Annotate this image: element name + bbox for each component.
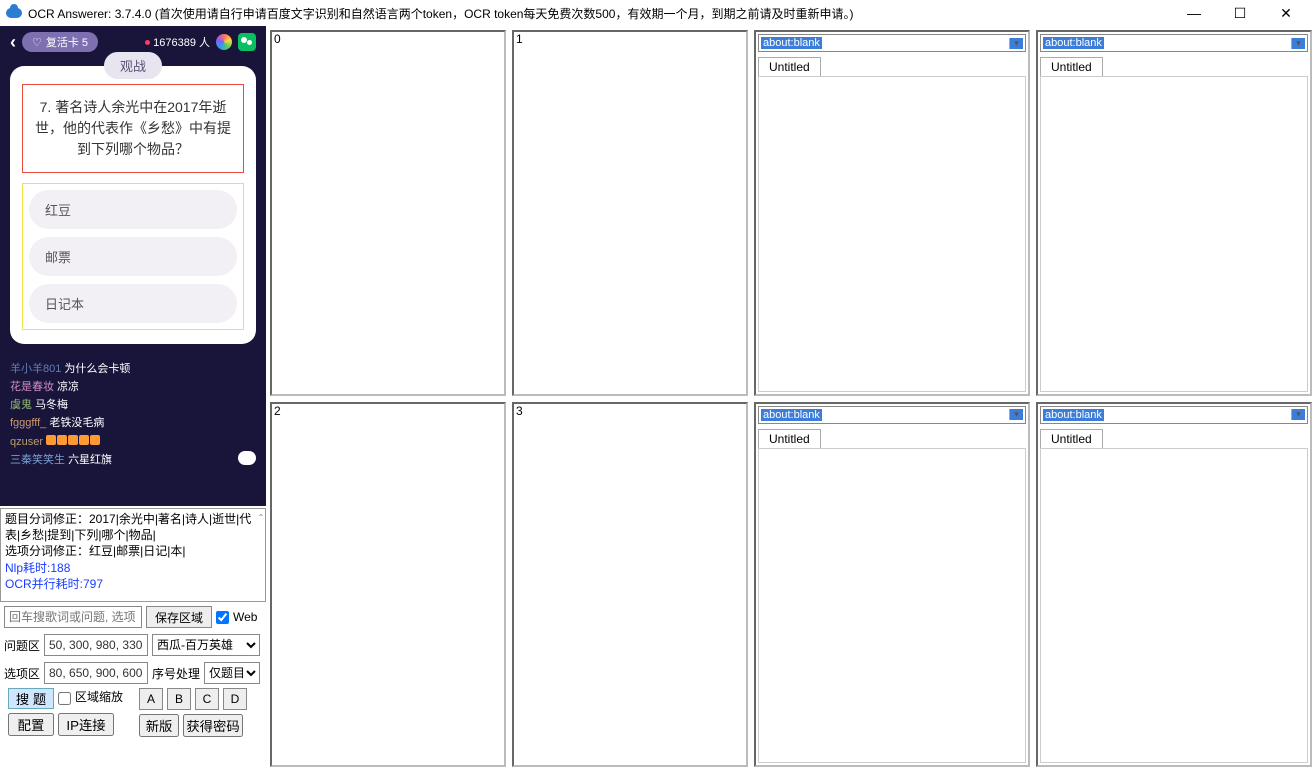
result-pane-3: 3 [512, 402, 748, 768]
question-area-label: 问题区 [4, 637, 40, 654]
browser-pane: about:blank▾ Untitled [754, 30, 1030, 396]
search-input[interactable] [4, 606, 142, 628]
phone-preview: ‹ ♡ 复活卡 5 1676389 人 观战 7. 著名诗人余光中在2017年逝世… [0, 26, 266, 506]
viewer-count: 1676389 人 [145, 34, 210, 50]
browser-tab[interactable]: Untitled [758, 57, 821, 76]
revive-pill[interactable]: ♡ 复活卡 5 [22, 32, 98, 52]
options-box: 红豆 邮票 日记本 [22, 183, 244, 330]
result-pane-0: 0 [270, 30, 506, 396]
newversion-button[interactable]: 新版 [139, 714, 179, 737]
web-checkbox[interactable] [216, 611, 229, 624]
chat-line: 三秦笑笑生 六星红旗 [10, 451, 256, 469]
pane-number: 3 [516, 404, 523, 418]
wechat-icon[interactable] [238, 33, 256, 51]
minimize-button[interactable]: — [1180, 3, 1208, 23]
maximize-button[interactable]: ☐ [1226, 3, 1254, 23]
getpassword-button[interactable]: 获得密码 [183, 714, 243, 737]
pane-number: 0 [274, 32, 281, 46]
window-title: OCR Answerer: 3.7.4.0 (首次使用请自行申请百度文字识别和自… [28, 5, 1180, 22]
browser-pane: about:blank▾ Untitled [1036, 30, 1312, 396]
browser-body [1040, 76, 1308, 392]
log-line: OCR并行耗时:797 [5, 576, 261, 592]
left-panel: ‹ ♡ 复活卡 5 1676389 人 观战 7. 著名诗人余光中在2017年逝世… [0, 26, 266, 771]
options-coords-input[interactable] [44, 662, 148, 684]
zoom-checkbox[interactable] [58, 688, 71, 709]
live-dot-icon [145, 40, 150, 45]
answer-c-button[interactable]: C [195, 688, 219, 710]
web-label: Web [233, 610, 257, 624]
chat-line: 羊小羊801 为什么会卡顿 [10, 360, 256, 378]
log-line: 题目分词修正：2017|余光中|著名|诗人|逝世|代表|乡愁|提到|下列|哪个|… [5, 511, 261, 543]
option-c[interactable]: 日记本 [29, 284, 237, 323]
browser-tab[interactable]: Untitled [758, 429, 821, 448]
browser-body [758, 448, 1026, 764]
ip-button[interactable]: IP连接 [58, 713, 114, 736]
url-bar[interactable]: about:blank▾ [758, 406, 1026, 424]
chat-line: 花是春妆 凉凉 [10, 378, 256, 396]
options-area-label: 选项区 [4, 665, 40, 682]
url-bar[interactable]: about:blank▾ [1040, 406, 1308, 424]
back-icon[interactable]: ‹ [10, 32, 16, 53]
watch-tab[interactable]: 观战 [104, 52, 162, 79]
question-text: 7. 著名诗人余光中在2017年逝世，他的代表作《乡愁》中有提到下列哪个物品？ [22, 84, 244, 173]
log-line: Nlp耗时:188 [5, 560, 261, 576]
pane-number: 1 [516, 32, 523, 46]
dropdown-icon[interactable]: ▾ [1009, 38, 1023, 49]
zoom-label: 区域缩放 [75, 688, 123, 709]
chat-line: 虞鬼 马冬梅 [10, 396, 256, 414]
answer-a-button[interactable]: A [139, 688, 163, 710]
pane-number: 2 [274, 404, 281, 418]
browser-pane: about:blank▾ Untitled [754, 402, 1030, 768]
browser-tab[interactable]: Untitled [1040, 57, 1103, 76]
log-line: 选项分词修正：红豆|邮票|日记|本| [5, 543, 261, 559]
question-coords-input[interactable] [44, 634, 148, 656]
option-a[interactable]: 红豆 [29, 190, 237, 229]
titlebar: OCR Answerer: 3.7.4.0 (首次使用请自行申请百度文字识别和自… [0, 0, 1316, 26]
comment-icon[interactable] [238, 451, 256, 465]
answer-d-button[interactable]: D [223, 688, 247, 710]
chat-area: 羊小羊801 为什么会卡顿 花是春妆 凉凉 虞鬼 马冬梅 fgggfff_ 老铁… [0, 352, 266, 473]
chat-line: qzuser [10, 433, 256, 451]
browser-body [758, 76, 1026, 392]
seq-select[interactable]: 仅题目 [204, 662, 260, 684]
dropdown-icon[interactable]: ▾ [1291, 409, 1305, 420]
chat-line: fgggfff_ 老铁没毛病 [10, 414, 256, 432]
browser-pane: about:blank▾ Untitled [1036, 402, 1312, 768]
url-bar[interactable]: about:blank▾ [758, 34, 1026, 52]
revive-label: 复活卡 5 [46, 34, 88, 50]
browser-body [1040, 448, 1308, 764]
dropdown-icon[interactable]: ▾ [1009, 409, 1023, 420]
share-icon[interactable] [216, 34, 232, 50]
result-pane-2: 2 [270, 402, 506, 768]
emoji-icon [46, 435, 100, 445]
save-area-button[interactable]: 保存区域 [146, 606, 212, 628]
config-button[interactable]: 配置 [8, 713, 54, 736]
url-bar[interactable]: about:blank▾ [1040, 34, 1308, 52]
answer-b-button[interactable]: B [167, 688, 191, 710]
dropdown-icon[interactable]: ▾ [1291, 38, 1305, 49]
provider-select[interactable]: 西瓜-百万英雄 [152, 634, 260, 656]
seq-label: 序号处理 [152, 665, 200, 682]
heart-icon: ♡ [32, 36, 42, 49]
result-pane-1: 1 [512, 30, 748, 396]
scroll-up-icon[interactable]: ˆ [259, 511, 263, 527]
right-grid: 0 1 about:blank▾ Untitled about:blank▾ U… [266, 26, 1316, 771]
browser-tab[interactable]: Untitled [1040, 429, 1103, 448]
search-button[interactable]: 搜 题 [8, 688, 54, 709]
close-button[interactable]: ✕ [1272, 3, 1300, 23]
question-card: 观战 7. 著名诗人余光中在2017年逝世，他的代表作《乡愁》中有提到下列哪个物… [10, 66, 256, 344]
app-icon [6, 8, 22, 18]
option-b[interactable]: 邮票 [29, 237, 237, 276]
log-output[interactable]: 题目分词修正：2017|余光中|著名|诗人|逝世|代表|乡愁|提到|下列|哪个|… [0, 508, 266, 602]
